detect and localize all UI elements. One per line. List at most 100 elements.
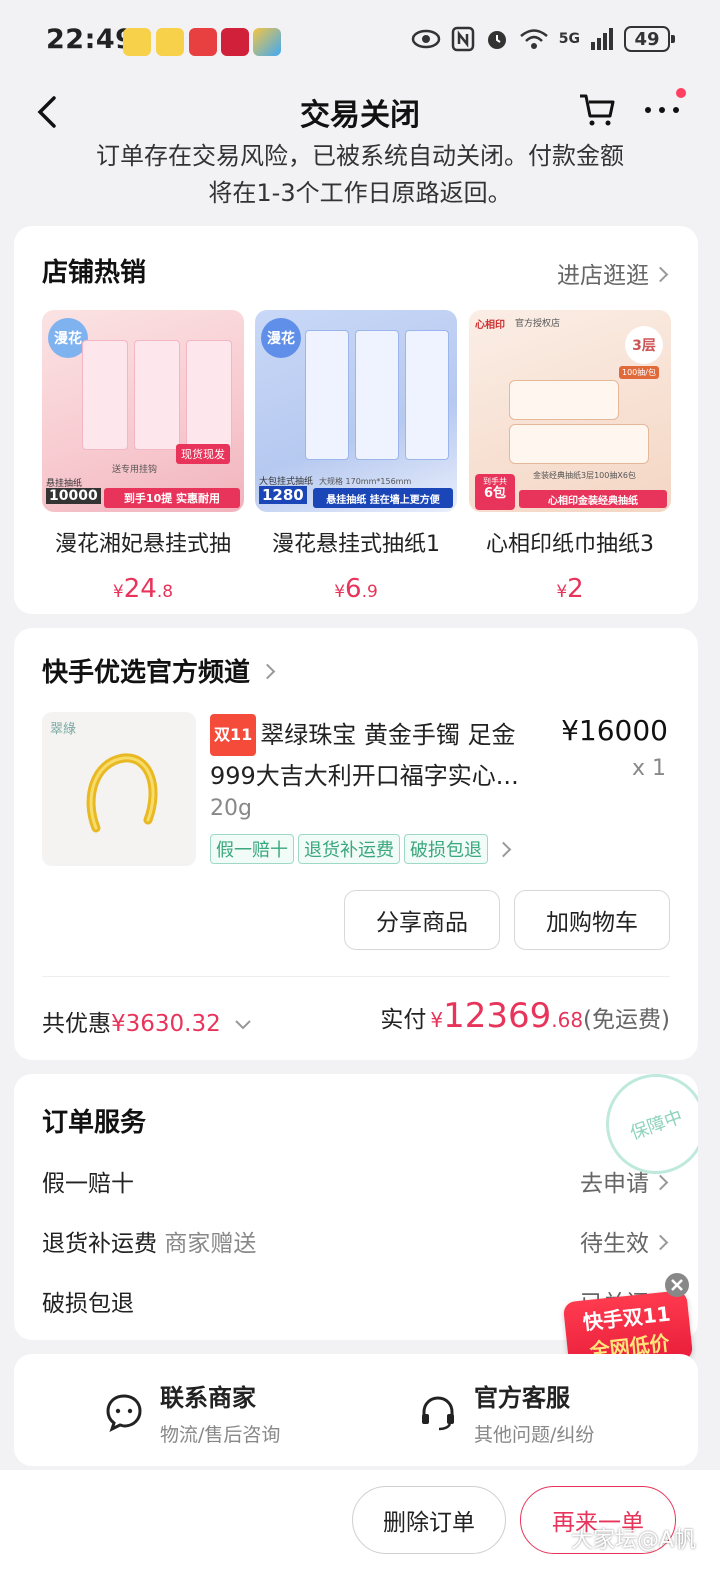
image-cta: 悬挂抽纸 挂在墙上更方便 xyxy=(313,488,453,508)
order-card: 快手优选官方频道 翠綠 双11 翠绿珠宝 黄金手镯 足金 999大吉大利开口福字实… xyxy=(14,628,698,1060)
channel-link[interactable]: 快手优选官方频道 xyxy=(42,652,276,689)
tissue-pack xyxy=(82,340,128,450)
service-row-label: 假一赔十 xyxy=(42,1171,134,1197)
image-count: 10000 xyxy=(46,488,101,504)
image-note: 金装经典抽纸3层100抽X6包 xyxy=(533,471,636,480)
support-sub: 其他问题/纠纷 xyxy=(474,1424,595,1446)
product-name: 心相印纸巾抽纸3 xyxy=(486,532,654,557)
status-time: 22:49 xyxy=(46,24,135,55)
thumb-brand: 翠綠 xyxy=(50,722,77,737)
service-row-action[interactable]: 去申请 xyxy=(580,1164,669,1198)
discount-label: 共优惠 xyxy=(42,1011,111,1037)
count-badge: 到手共 6包 xyxy=(475,474,515,510)
service-tag: 假一赔十 xyxy=(210,834,294,864)
paid-int: 12369 xyxy=(443,996,552,1036)
contact-card: 联系商家 物流/售后咨询 官方客服 其他问题/纠纷 xyxy=(14,1354,698,1466)
service-tag: 退货补运费 xyxy=(298,834,400,864)
service-tag: 破损包退 xyxy=(404,834,488,864)
product-card[interactable]: 漫花 现货现发 送专用挂钩 悬挂抽纸 10000 到手10提 实惠耐用 漫花湘妃… xyxy=(42,310,244,604)
store-hot-title: 店铺热销 xyxy=(42,258,147,288)
nfc-icon xyxy=(451,26,475,52)
paid-label: 实付 xyxy=(380,1007,427,1033)
service-row-label: 退货补运费 商家赠送 xyxy=(42,1224,256,1258)
service-row-sub: 商家赠送 xyxy=(164,1231,257,1257)
service-row-value: 待生效 xyxy=(580,1231,649,1257)
item-qty: x 1 xyxy=(631,756,666,781)
service-title: 订单服务 xyxy=(42,1108,147,1138)
headset-icon xyxy=(422,1396,454,1431)
brand-logo: 漫花 xyxy=(261,318,301,358)
currency: ¥ xyxy=(334,582,346,602)
image-cta: 到手10提 实惠耐用 xyxy=(104,488,240,508)
item-title[interactable]: 双11 翠绿珠宝 黄金手镯 足金 999大吉大利开口福字实心... xyxy=(210,714,550,796)
service-row-value: 去申请 xyxy=(580,1171,649,1197)
ply-badge: 3层 xyxy=(625,326,663,364)
close-icon[interactable] xyxy=(664,1272,690,1298)
currency: ¥ xyxy=(112,582,124,602)
item-price: ¥16000 xyxy=(561,714,668,747)
app-red-icon xyxy=(189,28,217,56)
status-bar: 22:49 5G 49 xyxy=(0,0,720,84)
service-tags[interactable]: 假一赔十 退货补运费 破损包退 xyxy=(210,834,512,864)
add-cart-button[interactable]: 加购物车 xyxy=(514,890,670,950)
product-image: 漫花 大包挂式抽纸 大规格 170mm*156mm 1280 悬挂抽纸 挂在墙上… xyxy=(255,310,457,512)
product-price: ¥6.9 xyxy=(255,574,457,604)
wifi-icon xyxy=(519,29,548,49)
service-row-label: 破损包退 xyxy=(42,1291,134,1317)
image-note: 大规格 170mm*156mm xyxy=(319,477,412,486)
paid-summary: 实付 ¥12369.68(免运费) xyxy=(380,996,670,1036)
signal-icon xyxy=(591,28,613,50)
chevron-right-icon xyxy=(652,1174,669,1191)
tissue-pack xyxy=(509,380,619,420)
nav-header: 交易关闭 xyxy=(0,84,720,140)
share-button[interactable]: 分享商品 xyxy=(344,890,500,950)
product-card[interactable]: 心相印 官方授权店 3层 100抽/包 金装经典抽纸3层100抽X6包 到手共 6… xyxy=(469,310,671,604)
service-row-action[interactable]: 待生效 xyxy=(580,1224,669,1258)
image-count: 1280 xyxy=(259,486,307,504)
weibo-icon xyxy=(156,28,184,56)
weibo-icon xyxy=(123,28,151,56)
item-title-line1: 翠绿珠宝 黄金手镯 足金 xyxy=(260,721,516,749)
alarm-icon xyxy=(487,31,506,49)
price-dec: .8 xyxy=(156,582,174,602)
product-price: ¥2 xyxy=(469,574,671,604)
price-int: 24 xyxy=(123,574,157,604)
price-dec: .9 xyxy=(361,582,378,602)
eye-icon xyxy=(411,29,441,49)
product-name: 漫花湘妃悬挂式抽 xyxy=(54,532,231,557)
image-flag: 现货现发 xyxy=(176,444,230,464)
product-name: 漫花悬挂式抽纸1 xyxy=(272,532,440,557)
closure-notice: 订单存在交易风险，已被系统自动关闭。付款金额 将在1-3个工作日原路返回。 xyxy=(0,138,720,212)
watermark: 大家坛@A帆 xyxy=(570,1528,696,1553)
price-int: 6 xyxy=(345,574,362,604)
tmall-icon xyxy=(221,28,249,56)
service-row-label-text: 退货补运费 xyxy=(42,1231,157,1257)
support-title: 官方客服 xyxy=(474,1384,570,1412)
currency: ¥ xyxy=(556,582,568,602)
visit-store-link[interactable]: 进店逛逛 xyxy=(557,256,669,290)
notice-line-1: 订单存在交易风险，已被系统自动关闭。付款金额 xyxy=(96,142,624,170)
tissue-pack xyxy=(355,330,399,460)
image-tag: 官方授权店 xyxy=(515,319,561,329)
network-label: 5G xyxy=(558,31,580,47)
divider xyxy=(42,976,670,977)
tissue-pack xyxy=(305,330,349,460)
tissue-pack xyxy=(509,424,649,464)
product-thumbnail[interactable]: 翠綠 xyxy=(42,712,196,866)
channel-title: 快手优选官方频道 xyxy=(42,658,251,688)
sheet-count: 100抽/包 xyxy=(619,366,659,379)
double11-badge: 双11 xyxy=(210,714,257,756)
shipping-note: (免运费) xyxy=(583,1007,670,1033)
notification-dot xyxy=(676,88,686,98)
brand-logo: 心相印 xyxy=(475,320,505,331)
discount-summary[interactable]: 共优惠¥3630.32 xyxy=(42,1004,252,1038)
paid-currency: ¥ xyxy=(430,1008,444,1032)
delete-order-button[interactable]: 删除订单 xyxy=(352,1486,506,1554)
product-card[interactable]: 漫花 大包挂式抽纸 大规格 170mm*156mm 1280 悬挂抽纸 挂在墙上… xyxy=(255,310,457,604)
tissue-pack xyxy=(186,340,232,450)
chevron-right-icon xyxy=(495,841,512,858)
discount-value: ¥3630.32 xyxy=(111,1011,221,1037)
merchant-sub: 物流/售后咨询 xyxy=(160,1424,281,1446)
cart-icon[interactable] xyxy=(578,90,616,128)
merchant-title: 联系商家 xyxy=(160,1384,256,1412)
